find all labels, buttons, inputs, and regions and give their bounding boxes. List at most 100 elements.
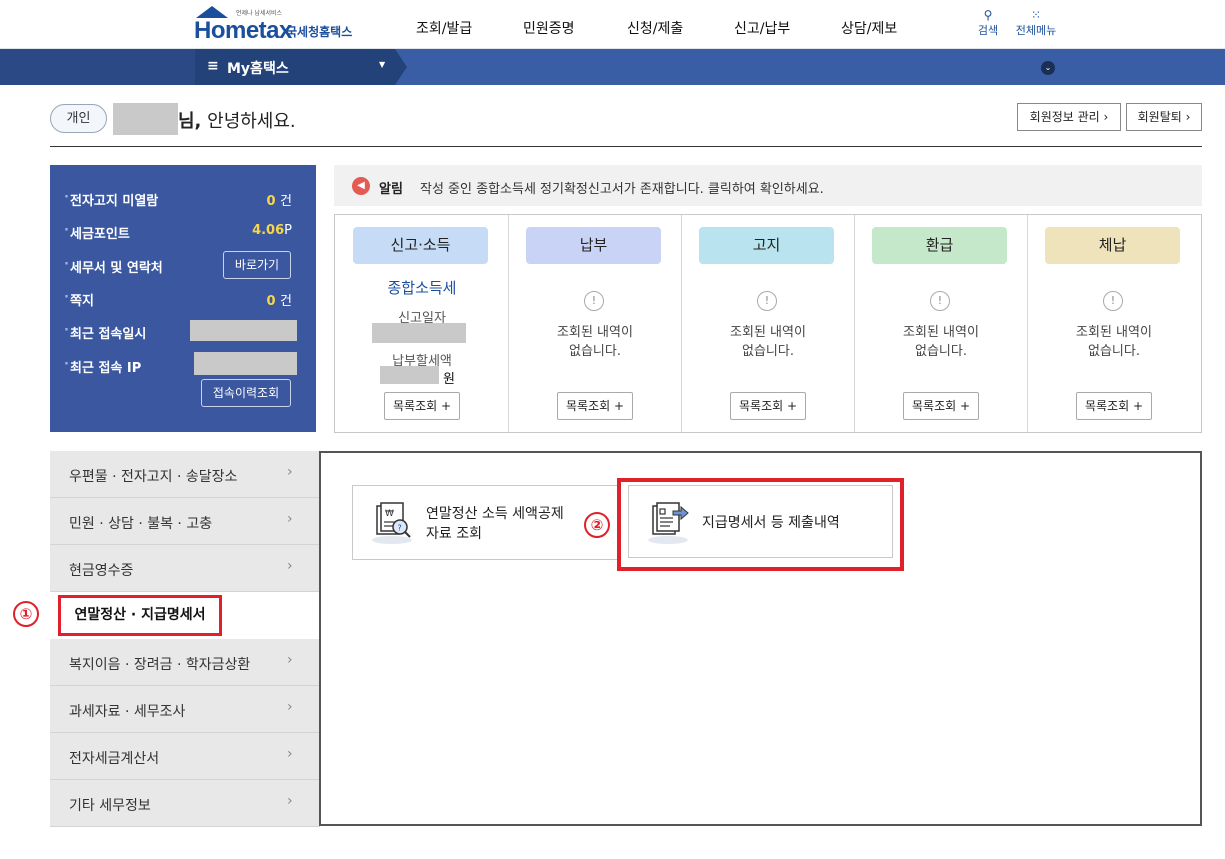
info-label-last-login: · 최근 접속일시 xyxy=(64,323,147,342)
chevron-right-icon: › xyxy=(287,558,293,574)
highlight-box xyxy=(617,478,904,571)
card-report-income: 신고·소득 종합소득세 신고일자 납부할세액 원 목록조회 + xyxy=(335,215,509,432)
all-menu-label: 전체메뉴 xyxy=(1015,24,1057,37)
user-name-redacted xyxy=(113,103,178,135)
chevron-right-icon: › xyxy=(287,464,293,480)
lnb-item-e-invoice[interactable]: 전자세금계산서 › xyxy=(50,733,320,780)
exclamation-icon: ! xyxy=(930,291,950,311)
document-search-icon: ₩ ? xyxy=(372,502,412,544)
card-title[interactable]: 신고·소득 xyxy=(353,227,488,264)
info-label-tax-office: · 세무서 및 연락처 xyxy=(64,257,163,276)
chevron-down-icon[interactable]: ⌄ xyxy=(1041,61,1055,75)
card-title[interactable]: 고지 xyxy=(699,227,834,264)
search-icon: ⚲ xyxy=(983,8,993,22)
card-payment: 납부 ! 조회된 내역이 없습니다. 목록조회 + xyxy=(508,215,682,432)
exclamation-icon: ! xyxy=(584,291,604,311)
member-info-button[interactable]: 회원정보 관리 › xyxy=(1017,103,1121,131)
unread-notice-count[interactable]: 0 건 xyxy=(250,190,292,209)
card-title[interactable]: 납부 xyxy=(526,227,661,264)
empty-message: 조회된 내역이 없습니다. xyxy=(730,325,806,359)
nav-item-inquiry[interactable]: 조회/발급 xyxy=(416,18,472,38)
lnb-item-year-end[interactable]: 연말정산 · 지급명세서 xyxy=(50,592,320,639)
card-title[interactable]: 체납 xyxy=(1045,227,1180,264)
megaphone-icon: ◀ xyxy=(352,177,370,195)
report-date-redacted xyxy=(372,323,466,343)
year-end-deduction-label: 연말정산 소득 세액공제 자료 조회 xyxy=(426,506,564,542)
greeting-text: 님, 안녕하세요. xyxy=(178,107,296,133)
nav-item-report-pay[interactable]: 신고/납부 xyxy=(734,18,790,38)
lnb-item-welfare[interactable]: 복지이음 · 장려금 · 학자금상환 › xyxy=(50,639,320,686)
info-label-last-ip: · 최근 접속 IP xyxy=(64,357,142,376)
hometax-logo[interactable]: 언제나 납세서비스 Hometax 국세청홈택스 xyxy=(194,6,359,44)
won-unit: 원 xyxy=(443,372,455,387)
list-view-button[interactable]: 목록조회 + xyxy=(384,392,460,420)
greeting-message: 안녕하세요. xyxy=(201,111,296,132)
login-history-button[interactable]: 접속이력조회 xyxy=(201,379,291,407)
card-refund: 환급 ! 조회된 내역이 없습니다. 목록조회 + xyxy=(854,215,1028,432)
card-title[interactable]: 환급 xyxy=(872,227,1007,264)
grid-icon: ⁙ xyxy=(1030,8,1042,22)
lnb-item-tax-data[interactable]: 과세자료 · 세무조사 › xyxy=(50,686,320,733)
logo-korean: 국세청홈택스 xyxy=(286,25,353,39)
list-view-button[interactable]: 목록조회 + xyxy=(1076,392,1152,420)
tax-point-value[interactable]: 4.06P xyxy=(245,223,292,238)
card-delinquency: 체납 ! 조회된 내역이 없습니다. 목록조회 + xyxy=(1027,215,1201,432)
account-summary-panel: · 전자고지 미열람 0 건 · 세금포인트 4.06P · 세무서 및 연락처 바로… xyxy=(50,165,316,432)
card-notice: 고지 ! 조회된 내역이 없습니다. 목록조회 + xyxy=(681,215,855,432)
my-hometax-tab[interactable]: ≡ My홈택스 ▼ xyxy=(195,49,395,85)
alert-label: 알림 xyxy=(379,182,403,197)
search-label: 검색 xyxy=(977,24,999,37)
info-label-message: · 쪽지 xyxy=(64,290,94,309)
nav-item-consult[interactable]: 상담/제보 xyxy=(841,18,897,38)
hamburger-icon: ≡ xyxy=(207,58,219,74)
greeting-suffix: 님, xyxy=(178,111,202,132)
exclamation-icon: ! xyxy=(757,291,777,311)
info-label-tax-point: · 세금포인트 xyxy=(64,223,130,242)
chevron-right-icon: › xyxy=(287,699,293,715)
svg-text:?: ? xyxy=(398,524,402,533)
sub-nav-left xyxy=(0,49,195,85)
step-badge-1: ① xyxy=(13,601,39,627)
lnb-item-mail[interactable]: 우편물 · 전자고지 · 송달장소 › xyxy=(50,451,320,498)
lnb-item-cash-receipt[interactable]: 현금영수증 › xyxy=(50,545,320,592)
alert-message: 작성 중인 종합소득세 정기확정신고서가 존재합니다. 클릭하여 확인하세요. xyxy=(420,182,824,197)
lnb-item-year-end-label: 연말정산 · 지급명세서 xyxy=(58,595,222,636)
tab-arrow-shape xyxy=(395,49,407,85)
svg-text:₩: ₩ xyxy=(385,509,394,519)
lnb-item-civil[interactable]: 민원 · 상담 · 불복 · 고충 › xyxy=(50,498,320,545)
all-menu-button[interactable]: ⁙ 전체메뉴 xyxy=(1013,8,1059,38)
empty-message: 조회된 내역이 없습니다. xyxy=(903,325,979,359)
last-login-redacted xyxy=(190,320,297,341)
chevron-right-icon: › xyxy=(287,746,293,762)
info-label-unread-notice: · 전자고지 미열람 xyxy=(64,190,159,209)
chevron-right-icon: › xyxy=(287,652,293,668)
empty-message: 조회된 내역이 없습니다. xyxy=(1076,325,1152,359)
lnb-item-other[interactable]: 기타 세무정보 › xyxy=(50,780,320,827)
search-button[interactable]: ⚲ 검색 xyxy=(975,8,1001,38)
message-count[interactable]: 0 건 xyxy=(250,290,292,309)
nav-item-certificate[interactable]: 민원증명 xyxy=(523,18,575,38)
step-badge-2: ② xyxy=(584,512,610,538)
notice-alert[interactable]: ◀ 알림 작성 중인 종합소득세 정기확정신고서가 존재합니다. 클릭하여 확인… xyxy=(334,165,1202,206)
nav-item-apply[interactable]: 신청/제출 xyxy=(627,18,683,38)
logo-tagline: 언제나 납세서비스 xyxy=(236,10,283,17)
list-view-button[interactable]: 목록조회 + xyxy=(557,392,633,420)
withdraw-button[interactable]: 회원탈퇴 › xyxy=(1126,103,1202,131)
divider xyxy=(50,146,1202,147)
payable-tax-redacted xyxy=(380,366,439,384)
chevron-right-icon: › xyxy=(287,793,293,809)
list-view-button[interactable]: 목록조회 + xyxy=(730,392,806,420)
user-type-badge: 개인 xyxy=(50,104,107,133)
last-ip-redacted xyxy=(194,352,297,375)
caret-down-icon: ▼ xyxy=(379,60,386,69)
list-view-button[interactable]: 목록조회 + xyxy=(903,392,979,420)
status-cards: 신고·소득 종합소득세 신고일자 납부할세액 원 목록조회 + 납부 ! 조회된… xyxy=(334,214,1202,433)
year-end-deduction-button[interactable]: ₩ ? 연말정산 소득 세액공제 자료 조회 xyxy=(352,485,619,560)
exclamation-icon: ! xyxy=(1103,291,1123,311)
top-header: 언제나 납세서비스 Hometax 국세청홈택스 조회/발급 민원증명 신청/제… xyxy=(0,0,1225,49)
my-hometax-label: My홈택스 xyxy=(227,61,289,77)
go-tax-office-button[interactable]: 바로가기 xyxy=(223,251,291,279)
empty-message: 조회된 내역이 없습니다. xyxy=(557,325,633,359)
income-tax-link[interactable]: 종합소득세 xyxy=(335,277,509,298)
logo-text: Hometax xyxy=(194,17,292,44)
